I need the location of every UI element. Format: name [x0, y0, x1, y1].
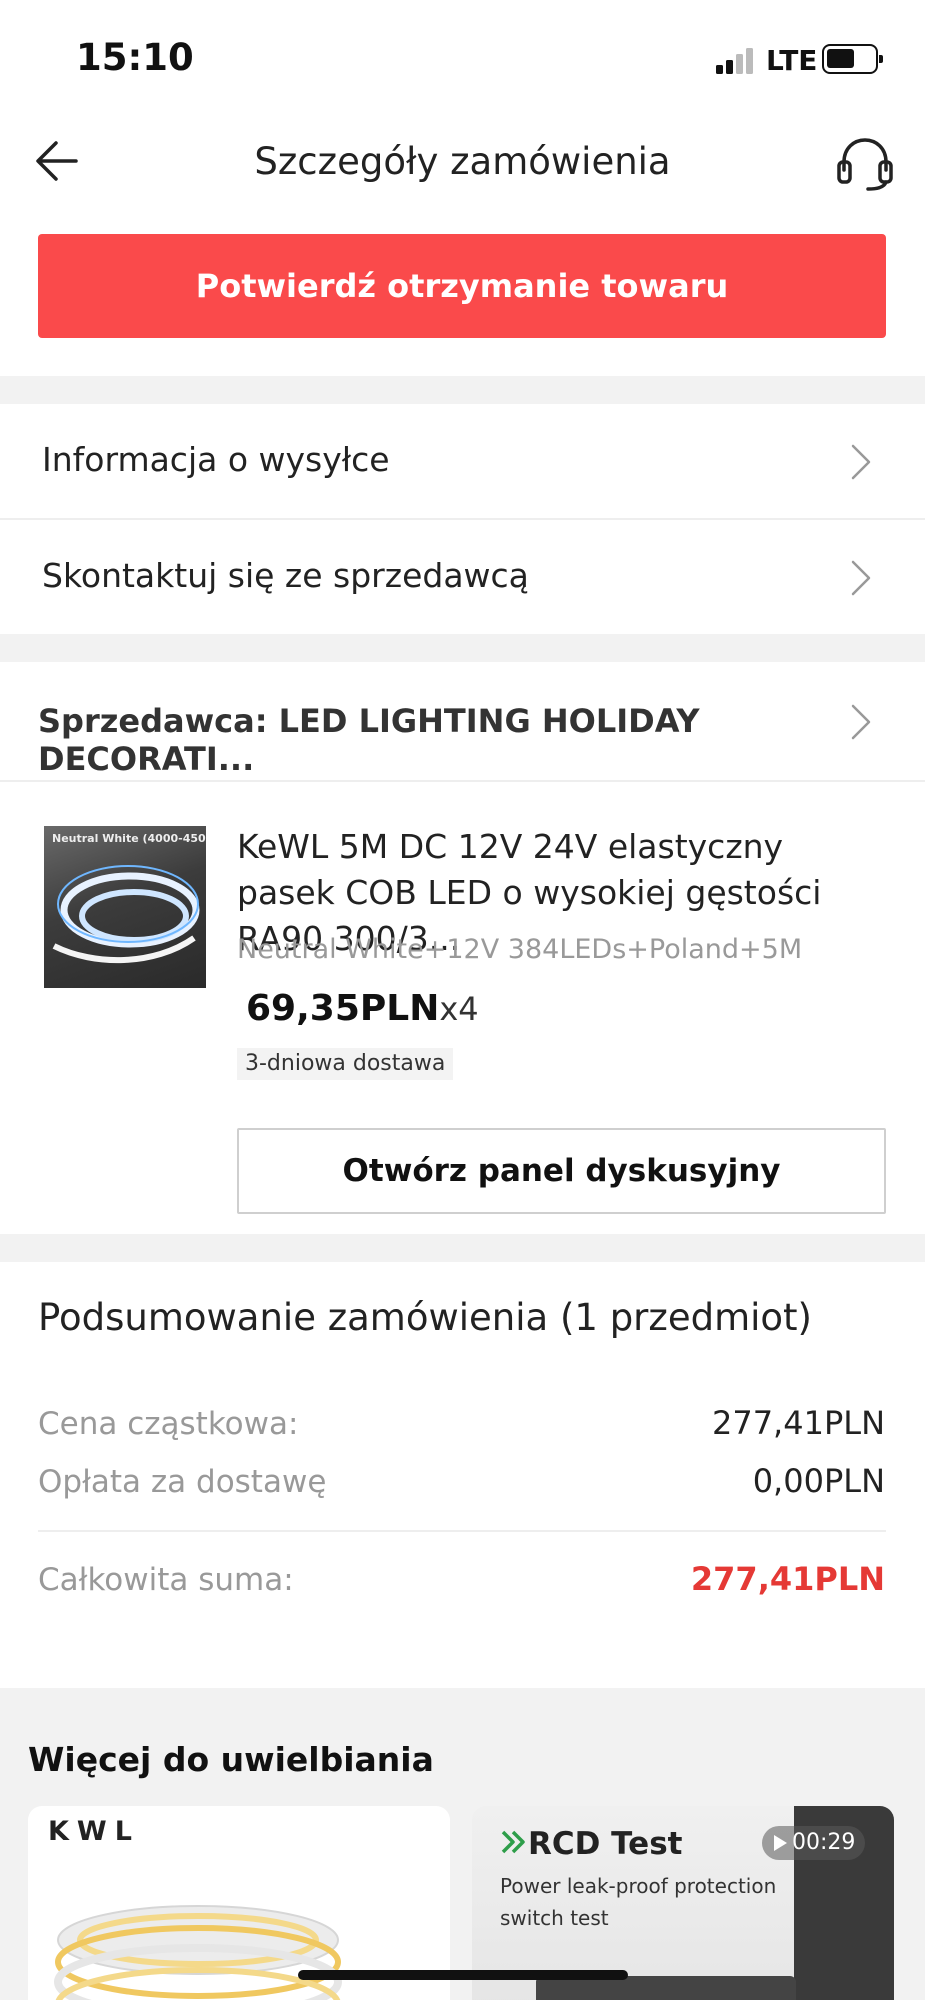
- subtotal-label: Cena cząstkowa:: [38, 1406, 299, 1442]
- led-strip-illustration: [52, 865, 200, 964]
- chevron-right-icon: [851, 560, 871, 596]
- subtotal-value: 277,41PLN: [711, 1404, 885, 1442]
- shipping-fee-label: Opłata za dostawę: [38, 1464, 327, 1500]
- order-summary-title: Podsumowanie zamówienia (1 przedmiot): [38, 1296, 812, 1339]
- shipping-info-label: Informacja o wysyłce: [42, 440, 390, 479]
- product-variant: Neutral White+12V 384LEDs+Poland+5M: [237, 934, 803, 965]
- double-chevron-icon: [501, 1830, 525, 1854]
- customer-support-icon[interactable]: [836, 136, 894, 192]
- seller-row[interactable]: Sprzedawca: LED LIGHTING HOLIDAY DECORAT…: [0, 662, 925, 780]
- status-bar: 15:10 LTE: [0, 0, 925, 110]
- home-indicator: [298, 1970, 628, 1980]
- nav-bar: Szczegóły zamówienia: [0, 110, 925, 220]
- chevron-right-icon: [851, 444, 871, 480]
- divider: [0, 780, 925, 782]
- card-title: RCD Test: [528, 1826, 683, 1862]
- network-type: LTE: [766, 44, 818, 77]
- chevron-right-icon: [851, 704, 871, 740]
- shipping-info-row[interactable]: Informacja o wysyłce: [0, 404, 925, 518]
- section-separator: [0, 634, 925, 662]
- divider: [38, 1530, 886, 1532]
- total-label: Całkowita suma:: [38, 1562, 294, 1598]
- price-value: 69,35PLN: [246, 988, 440, 1029]
- section-separator: [0, 1234, 925, 1262]
- signal-icon: [716, 48, 756, 74]
- led-reel-image: [54, 1905, 342, 2000]
- recommendations-section: Więcej do uwielbiania KWL RCD Test Power…: [0, 1688, 925, 2000]
- open-discussion-button[interactable]: Otwórz panel dyskusyjny: [237, 1128, 886, 1214]
- page-title: Szczegóły zamówienia: [254, 140, 671, 183]
- confirm-receipt-button[interactable]: Potwierdź otrzymanie towaru: [38, 234, 886, 338]
- play-icon: [774, 1835, 787, 1851]
- product-price: 69,35PLNx4: [246, 988, 479, 1029]
- contact-seller-row[interactable]: Skontaktuj się ze sprzedawcą: [0, 520, 925, 634]
- total-value: 277,41PLN: [690, 1560, 885, 1598]
- recommendations-title: Więcej do uwielbiania: [28, 1740, 434, 1779]
- battery-icon: [822, 44, 883, 74]
- delivery-badge: 3-dniowa dostawa: [237, 1048, 454, 1080]
- product-image[interactable]: Neutral White (4000-4500K): [44, 826, 206, 988]
- video-duration-badge: 00:29: [762, 1826, 866, 1860]
- card-subtitle: Power leak-proof protection switch test: [500, 1874, 777, 1930]
- card-brand: KWL: [48, 1816, 140, 1847]
- shipping-fee-value: 0,00PLN: [752, 1462, 885, 1500]
- contact-seller-label: Skontaktuj się ze sprzedawcą: [42, 556, 529, 595]
- status-time: 15:10: [76, 36, 194, 79]
- section-separator: [0, 376, 925, 404]
- seller-name: Sprzedawca: LED LIGHTING HOLIDAY DECORAT…: [38, 702, 700, 778]
- video-duration: 00:29: [792, 1830, 856, 1855]
- quantity: x4: [439, 990, 479, 1028]
